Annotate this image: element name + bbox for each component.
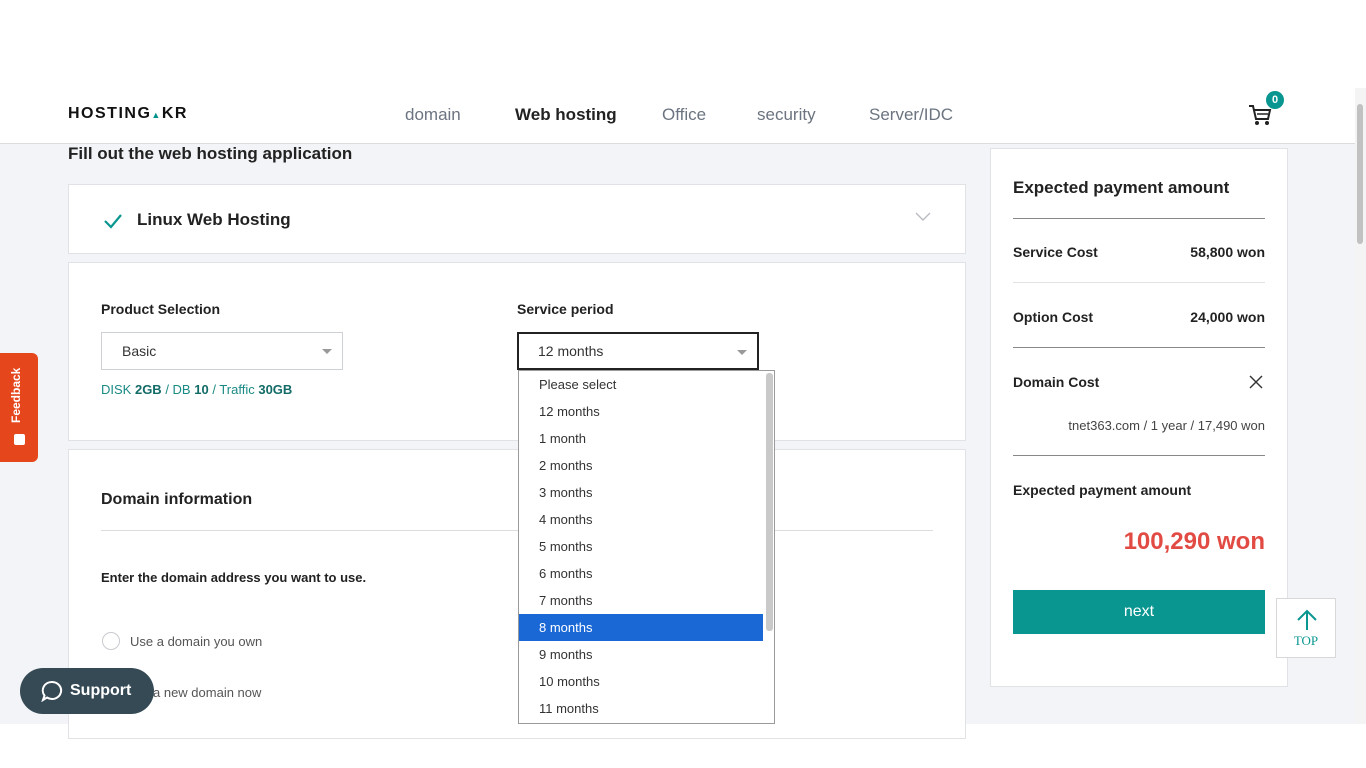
option-4-months[interactable]: 4 months [519,506,763,533]
summary-title: Expected payment amount [1013,178,1230,197]
nav-domain[interactable]: domain [405,105,461,125]
total-amount: 100,290 won [1123,528,1265,555]
service-cost-label: Service Cost [1013,244,1098,260]
cart-count-badge: 0 [1266,91,1284,109]
nav-office[interactable]: Office [662,105,706,125]
payment-summary-panel: Expected payment amount Service Cost 58,… [990,148,1288,687]
domain-cost-label: Domain Cost [1013,374,1100,390]
caret-down-icon [322,349,332,354]
logo[interactable]: HOSTING▲KR [68,105,188,123]
feedback-icon [14,434,25,445]
product-select-value: Basic [122,343,157,359]
total-label: Expected payment amount [1013,482,1192,498]
accordion-title: Linux Web Hosting [137,210,291,229]
scrollbar-thumb[interactable] [1357,104,1363,244]
service-period-value: 12 months [538,343,604,359]
option-8-months[interactable]: 8 months [519,614,763,641]
divider [1013,218,1265,219]
option-7-months[interactable]: 7 months [519,587,763,614]
option-please-select[interactable]: Please select [519,371,763,398]
product-accordion[interactable]: Linux Web Hosting [68,184,966,254]
product-select[interactable]: Basic [101,332,343,370]
option-12-months[interactable]: 12 months [519,398,763,425]
divider [101,530,933,531]
nav-server-idc[interactable]: Server/IDC [869,105,953,125]
close-icon[interactable] [1249,375,1263,389]
support-label: Support [70,682,132,699]
check-icon [104,214,122,229]
support-button[interactable]: Support [20,668,154,714]
next-button[interactable]: next [1013,590,1265,634]
radio-own-domain-label[interactable]: Use a domain you own [130,634,262,649]
domain-cost-detail: tnet363.com / 1 year / 17,490 won [1068,418,1265,433]
domain-prompt: Enter the domain address you want to use… [101,570,367,585]
option-9-months[interactable]: 9 months [519,641,763,668]
service-cost-value: 58,800 won [1190,244,1265,260]
feedback-tab[interactable]: Feedback [0,353,38,462]
product-spec: DISK 2GB / DB 10 / Traffic 30GB [101,382,293,397]
chevron-down-icon[interactable] [915,211,931,223]
option-3-months[interactable]: 3 months [519,479,763,506]
scroll-top-button[interactable]: TOP [1276,598,1336,658]
option-11-months[interactable]: 11 months [519,695,763,722]
caret-down-icon [737,350,747,355]
logo-mark: ▲ [151,110,162,120]
nav-security[interactable]: security [757,105,816,125]
top-label: TOP [1293,633,1319,648]
option-6-months[interactable]: 6 months [519,560,763,587]
domain-section-title: Domain information [101,491,253,508]
divider [1013,347,1265,348]
option-cost-label: Option Cost [1013,309,1094,325]
cart-icon[interactable] [1248,104,1272,126]
radio-own-domain[interactable] [102,632,120,650]
radio-new-domain-label[interactable]: a new domain now [153,685,261,700]
arrow-up-icon [1297,609,1317,630]
option-1-month[interactable]: 1 month [519,425,763,452]
product-selection-label: Product Selection [101,301,221,317]
page-title: Fill out the web hosting application [68,144,353,163]
option-5-months[interactable]: 5 months [519,533,763,560]
chat-bubble-icon [41,680,63,702]
page-scrollbar[interactable] [1355,88,1366,724]
option-cost-value: 24,000 won [1190,309,1265,325]
nav-web-hosting[interactable]: Web hosting [515,105,617,125]
divider [1013,455,1265,456]
option-2-months[interactable]: 2 months [519,452,763,479]
divider [1013,282,1265,283]
option-10-months[interactable]: 10 months [519,668,763,695]
product-card: Product Selection Basic DISK 2GB / DB 10… [68,262,966,441]
site-header: HOSTING▲KR domain Web hosting Office sec… [0,88,1366,144]
service-period-select[interactable]: 12 months [517,332,759,370]
service-period-dropdown[interactable]: Please select 12 months 1 month 2 months… [518,370,775,724]
feedback-label: Feedback [9,367,23,423]
service-period-label: Service period [517,301,614,317]
domain-card: Domain information Enter the domain addr… [68,449,966,739]
dropdown-scrollbar[interactable] [766,373,773,631]
